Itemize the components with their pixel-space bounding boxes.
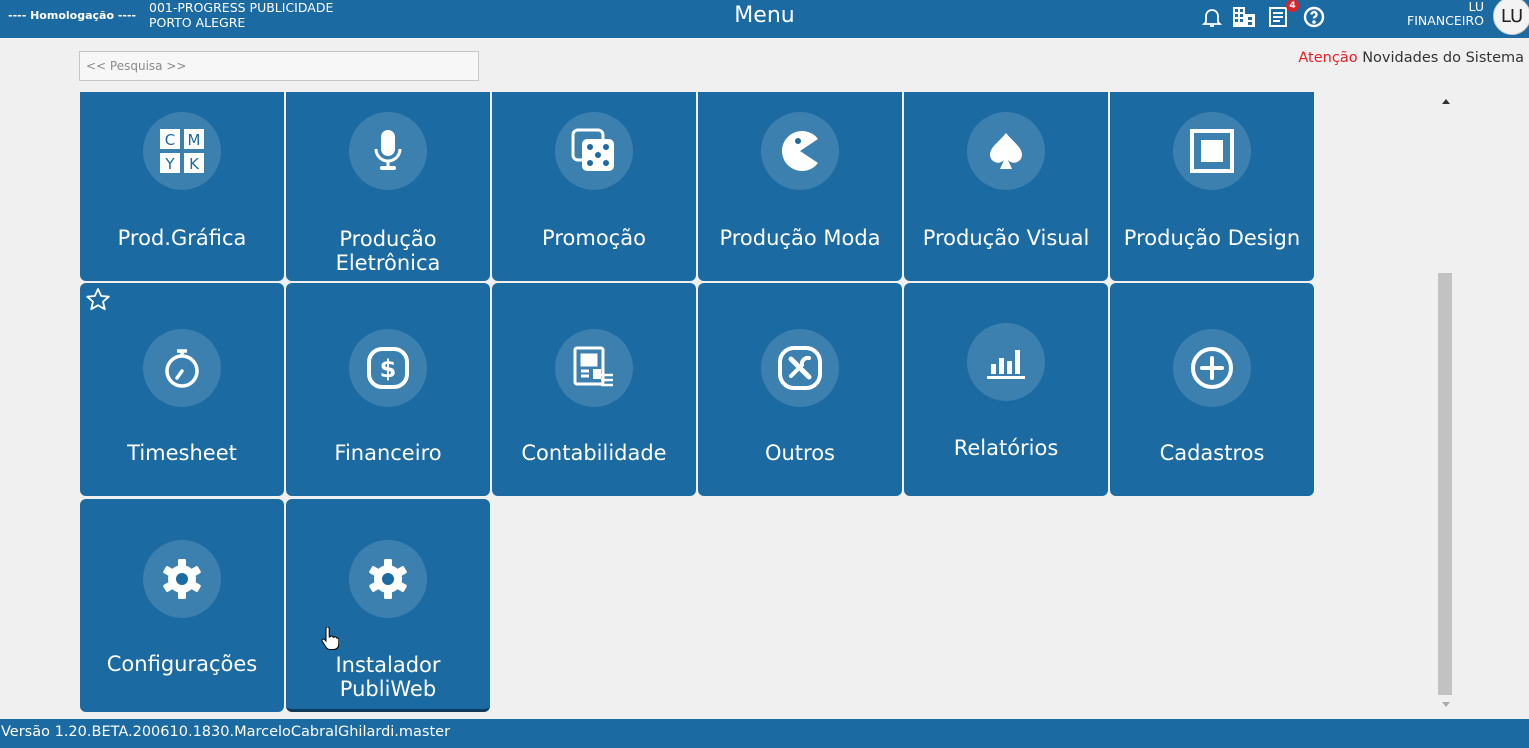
tile-label: Configurações [106,652,258,676]
tile-timesheet[interactable]: Timesheet [80,283,284,496]
tile-label: Relatórios [953,436,1059,460]
tile-label: Produção Visual [922,226,1090,250]
tile-label: Produção Moda [719,226,881,250]
avatar[interactable]: LU [1493,0,1529,35]
tile-producao-visual[interactable]: Produção Visual [904,92,1108,281]
svg-text:$: $ [380,355,397,383]
scroll-up-icon[interactable] [1440,96,1452,106]
gear-icon [143,540,221,618]
square-icon [1173,112,1251,190]
dice-icon [555,112,633,190]
cmyk-letter: Y [164,155,175,173]
top-bar: ---- Homologação ---- 001-PROGRESS PUBLI… [0,0,1529,38]
cmyk-letter: M [188,131,201,149]
tile-producao-design[interactable]: Produção Design [1110,92,1314,281]
tile-cadastros[interactable]: Cadastros [1110,283,1314,496]
spade-icon [967,112,1045,190]
tile-label: Produção Eletrônica [335,227,441,275]
tile-relatorios[interactable]: Relatórios [904,283,1108,496]
tile-outros[interactable]: Outros [698,283,902,496]
scrollbar-thumb[interactable] [1438,273,1452,695]
gear-icon [349,540,427,618]
company-city: PORTO ALEGRE [149,14,246,30]
ledger-icon [555,329,633,407]
tile-producao-eletronica[interactable]: Produção Eletrônica [286,92,490,281]
company-name: 001-PROGRESS PUBLICIDADE [149,0,334,15]
user-info[interactable]: LU FINANCEIRO [1407,0,1484,28]
stopwatch-icon [143,329,221,407]
user-initials: LU [1468,0,1485,14]
tile-promocao[interactable]: Promoção [492,92,696,281]
company-info[interactable]: 001-PROGRESS PUBLICIDADE PORTO ALEGRE [149,0,334,30]
tile-label: Outros [764,441,836,465]
building-icon[interactable] [1231,4,1257,30]
tile-label: Produção Design [1123,226,1301,250]
tile-label: Prod.Gráfica [117,226,247,250]
tile-label: Promoção [542,226,646,250]
search-input[interactable] [79,51,479,81]
cmyk-letter: C [165,131,175,149]
tile-contabilidade[interactable]: Contabilidade [492,283,696,496]
tile-label: Contabilidade [521,441,667,465]
bell-icon[interactable] [1199,4,1225,30]
attention-label: Atenção [1298,50,1358,66]
scroll-down-icon[interactable] [1440,699,1452,709]
pacman-icon [761,112,839,190]
dollar-icon: $ [349,329,427,407]
help-icon[interactable] [1301,4,1327,30]
user-role: FINANCEIRO [1407,13,1484,28]
tile-label: Timesheet [127,441,237,465]
system-news-link[interactable]: Atenção Novidades do Sistema [1298,50,1524,66]
tile-label: Cadastros [1159,441,1265,465]
cmyk-letter: K [189,155,200,173]
cmyk-icon: C M Y K [143,112,221,190]
news-label: Novidades do Sistema [1362,50,1524,66]
tile-prod-grafica[interactable]: C M Y K Prod.Gráfica [80,92,284,281]
tile-label: Instalador PubliWeb [335,653,441,701]
hand-cursor-icon [321,627,339,650]
tile-producao-moda[interactable]: Produção Moda [698,92,902,281]
tile-instalador-publiweb[interactable]: Instalador PubliWeb [286,499,490,712]
star-icon[interactable] [85,287,111,313]
tile-configuracoes[interactable]: Configurações [80,499,284,712]
tile-financeiro[interactable]: $ Financeiro [286,283,490,496]
tile-label: Financeiro [334,441,442,465]
environment-label: ---- Homologação ---- [8,9,137,22]
tools-icon [761,329,839,407]
version-footer: Versão 1.20.BETA.200610.1830.MarceloCabr… [0,719,1529,748]
microphone-icon [349,112,427,190]
bar-chart-icon [967,323,1045,401]
notifications-badge: 4 [1286,0,1299,12]
plus-circle-icon [1173,329,1251,407]
